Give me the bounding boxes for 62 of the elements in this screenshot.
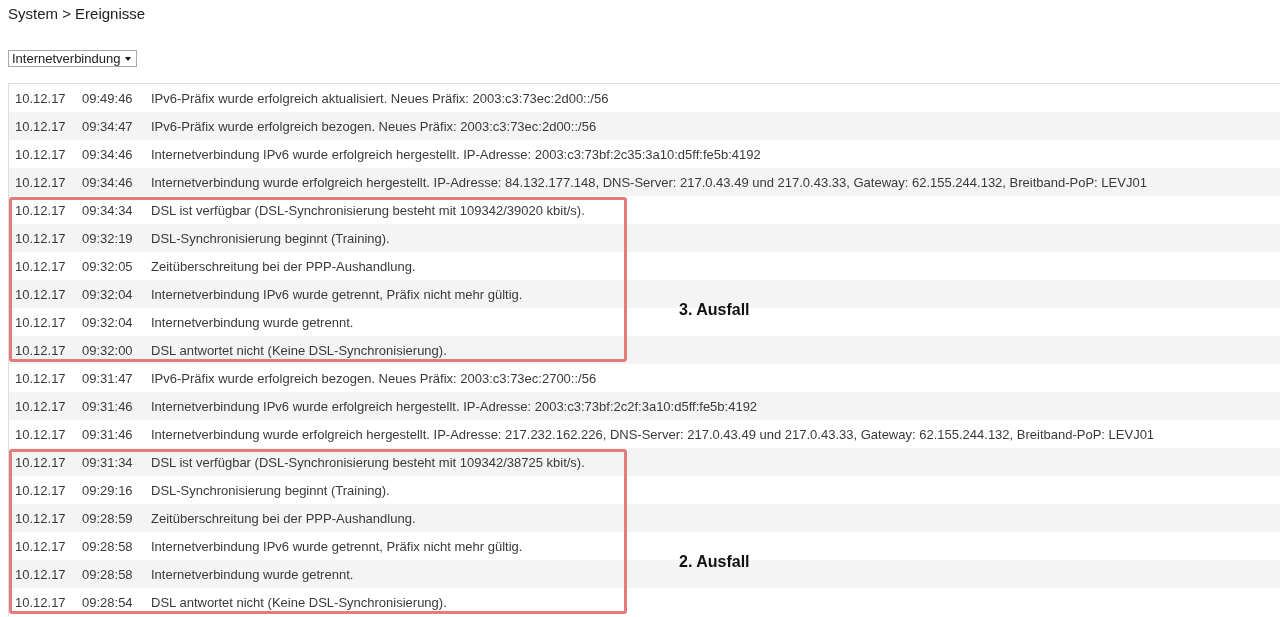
time-cell-text: 09:34:47 [82,118,134,134]
annotation-label: 2. Ausfall [679,552,750,572]
date-cell-text: 10.12.17 [15,342,67,358]
message-cell-text: Internetverbindung wurde getrennt. [151,314,355,330]
time-cell-text: 09:34:46 [82,146,134,162]
date-cell-text: 10.12.17 [15,510,67,526]
time-cell-text: 09:28:54 [82,594,134,610]
time-cell-text: 09:31:46 [82,398,134,414]
time-cell-text: 09:32:04 [82,286,134,302]
message-cell-text: IPv6-Präfix wurde erfolgreich aktualisiert. Neues Präfix: 2003:c3:73ec:2d00::/56 [151,90,610,106]
caret-icon [125,56,132,61]
date-cell-text: 10.12.17 [15,594,67,610]
date-cell-text: 10.12.17 [15,146,67,162]
message-cell-text: IPv6-Präfix wurde erfolgreich bezogen. Neues Präfix: 2003:c3:73ec:2700::/56 [151,370,598,386]
message-cell-text: Internetverbindung wurde erfolgreich hergestellt. IP-Adresse: 217.232.162.226, DNS-Server: 217.0.43.49 und 217.0.43.33, Gateway: 62.155.244.132, Breitband-PoP: LEVJ01 [151,426,1156,442]
date-cell-text: 10.12.17 [15,314,67,330]
time-cell-text: 09:32:05 [82,258,134,274]
date-cell-text: 10.12.17 [15,286,67,302]
time-cell-text: 09:32:00 [82,342,134,358]
date-cell-text: 10.12.17 [15,482,67,498]
date-cell-text: 10.12.17 [15,230,67,246]
annotation-label: 3. Ausfall [679,300,750,320]
date-cell-text: 10.12.17 [15,454,67,470]
message-cell-text: Internetverbindung IPv6 wurde erfolgreich hergestellt. IP-Adresse: 2003:c3:73bf:2c35:3a10:d5ff:fe5b:4192 [151,146,762,162]
time-cell-text: 09:32:19 [82,230,134,246]
time-cell-text: 09:49:46 [82,90,134,106]
message-cell-text: DSL ist verfügbar (DSL-Synchronisierung besteht mit 109342/39020 kbit/s). [151,202,586,218]
message-cell-text: DSL-Synchronisierung beginnt (Training). [151,230,391,246]
message-cell-text: Internetverbindung IPv6 wurde getrennt, Präfix nicht mehr gültig. [151,538,524,554]
time-cell-text: 09:28:58 [82,538,134,554]
message-cell-text: DSL antwortet nicht (Keine DSL-Synchronisierung). [151,342,448,358]
time-cell-text: 09:32:04 [82,314,134,330]
time-cell-text: 09:28:59 [82,510,134,526]
time-cell-text: 09:28:58 [82,566,134,582]
date-cell-text: 10.12.17 [15,258,67,274]
message-cell-text: Zeitüberschreitung bei der PPP-Aushandlung. [151,510,417,526]
date-cell-text: 10.12.17 [15,566,67,582]
time-cell-text: 09:34:34 [82,202,134,218]
time-cell-text: 09:31:34 [82,454,134,470]
date-cell-text: 10.12.17 [15,90,67,106]
time-cell-text: 09:31:47 [82,370,134,386]
date-cell-text: 10.12.17 [15,174,67,190]
date-cell-text: 10.12.17 [15,426,67,442]
date-cell-text: 10.12.17 [15,118,67,134]
date-cell-text: 10.12.17 [15,538,67,554]
time-cell-text: 09:29:16 [82,482,134,498]
time-cell-text: 09:34:46 [82,174,134,190]
date-cell-text: 10.12.17 [15,398,67,414]
message-cell-text: Zeitüberschreitung bei der PPP-Aushandlung. [151,258,417,274]
page-title: System > Ereignisse [8,5,146,23]
time-cell-text: 09:31:46 [82,426,134,442]
category-dropdown[interactable]: Internetverbindung [8,50,138,67]
date-cell-text: 10.12.17 [15,202,67,218]
message-cell-text: DSL ist verfügbar (DSL-Synchronisierung besteht mit 109342/38725 kbit/s). [151,454,586,470]
date-cell-text: 10.12.17 [15,370,67,386]
message-cell-text: Internetverbindung IPv6 wurde erfolgreich hergestellt. IP-Adresse: 2003:c3:73bf:2c2f:3a10:d5ff:fe5b:4192 [151,398,759,414]
message-cell-text: DSL antwortet nicht (Keine DSL-Synchronisierung). [151,594,448,610]
message-cell-text: Internetverbindung wurde erfolgreich hergestellt. IP-Adresse: 84.132.177.148, DNS-Server: 217.0.43.49 und 217.0.43.33, Gateway: 62.155.244.132, Breitband-PoP: LEVJ01 [151,174,1148,190]
message-cell-text: Internetverbindung IPv6 wurde getrennt, Präfix nicht mehr gültig. [151,286,524,302]
message-cell-text: IPv6-Präfix wurde erfolgreich bezogen. Neues Präfix: 2003:c3:73ec:2d00::/56 [151,118,598,134]
message-cell-text: DSL-Synchronisierung beginnt (Training). [151,482,391,498]
message-cell-text: Internetverbindung wurde getrennt. [151,566,355,582]
